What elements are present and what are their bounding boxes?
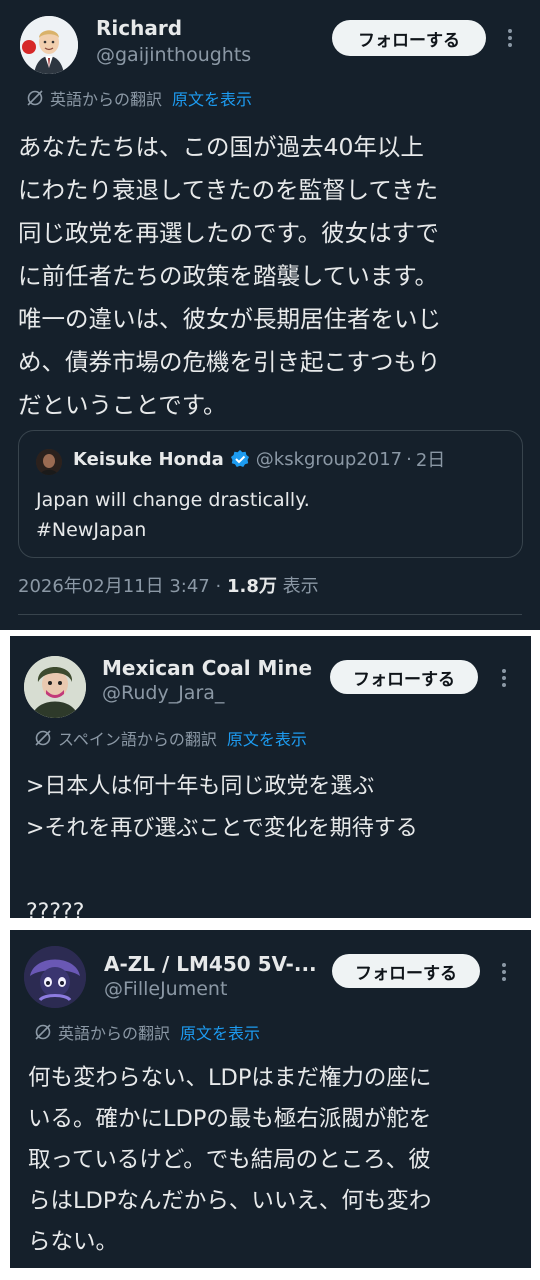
body-line: ????? xyxy=(26,900,85,918)
body-line: 何も変わらない、LDPはまだ権力の座に xyxy=(28,1065,432,1091)
post-meta: 2026年02月11日 3:47 · 1.8万 表示 xyxy=(18,572,319,598)
quote-separator: · xyxy=(406,448,412,470)
show-original-link[interactable]: 原文を表示 xyxy=(227,726,307,750)
view-label: 表示 xyxy=(282,576,319,597)
post-timestamp[interactable]: 2026年02月11日 3:47 xyxy=(18,576,210,597)
body-line: 唯一の違いは、彼女が長期居住者をいじ xyxy=(18,305,441,333)
quote-avatar-illustration xyxy=(36,449,62,475)
quote-avatar xyxy=(36,449,62,475)
body-line xyxy=(26,850,418,892)
author-name[interactable]: Mexican Coal Mine xyxy=(102,656,312,680)
translation-bar: スペイン語からの翻訳 原文を表示 xyxy=(34,726,307,750)
no-translate-icon xyxy=(27,90,43,106)
post-body: あなたたちは、この国が過去40年以上 にわたり衰退してきたのを監督してきた 同じ… xyxy=(18,126,441,427)
body-line: 取っているけど。でも結局のところ、彼 xyxy=(28,1147,431,1173)
quote-time: 2日 xyxy=(415,450,446,471)
body-line: >それを再び選ぶことで変化を期待する xyxy=(26,816,418,841)
body-line: にわたり衰退してきたのを監督してきた xyxy=(18,176,439,204)
author-handle[interactable]: @FilleJument xyxy=(104,978,227,1000)
quote-line: Japan will change drastically. xyxy=(36,489,310,511)
avatar-illustration xyxy=(20,16,78,74)
avatar-illustration xyxy=(24,656,86,718)
translation-label: スペイン語からの翻訳 xyxy=(58,730,217,749)
follow-button[interactable]: フォローする xyxy=(330,660,478,694)
author-handle[interactable]: @Rudy_Jara_ xyxy=(102,682,224,704)
divider xyxy=(18,614,522,615)
author-handle[interactable]: @gaijinthoughts xyxy=(96,44,251,66)
more-options-icon[interactable] xyxy=(500,26,520,50)
follow-button[interactable]: フォローする xyxy=(332,954,480,988)
verified-badge-icon xyxy=(230,450,249,467)
post-card-mexican-coal-mine: Mexican Coal Mine @Rudy_Jara_ フォローする スペイ… xyxy=(10,636,531,918)
no-translate-icon xyxy=(35,1024,51,1040)
show-original-link[interactable]: 原文を表示 xyxy=(180,1020,260,1044)
body-line: らない。 xyxy=(28,1229,119,1255)
quote-line: #NewJapan xyxy=(36,519,147,541)
quoted-post[interactable]: Keisuke Honda @kskgroup2017 · 2日 Japan w… xyxy=(18,430,523,558)
post-card-richard: Richard @gaijinthoughts フォローする 英語からの翻訳 原… xyxy=(0,0,540,630)
meta-separator: · xyxy=(215,576,222,597)
follow-button[interactable]: フォローする xyxy=(332,20,486,56)
view-count: 1.8万 xyxy=(226,576,277,597)
author-name[interactable]: A-ZL / LM450 5V-... xyxy=(104,952,317,976)
translation-bar: 英語からの翻訳 原文を表示 xyxy=(26,86,252,110)
show-original-link[interactable]: 原文を表示 xyxy=(172,86,252,110)
quote-author-name: Keisuke Honda xyxy=(73,448,224,470)
no-translate-icon xyxy=(35,730,51,746)
avatar[interactable] xyxy=(20,16,78,74)
avatar[interactable] xyxy=(24,656,86,718)
quote-author-handle: @kskgroup2017 xyxy=(255,448,403,470)
body-line: あなたたちは、この国が過去40年以上 xyxy=(18,133,424,161)
post-body: 何も変わらない、LDPはまだ権力の座に いる。確かにLDPの最も極右派閥が舵を … xyxy=(28,1058,431,1263)
body-line: に前任者たちの政策を踏襲しています。 xyxy=(18,262,438,290)
body-line: 同じ政党を再選したのです。彼女はすで xyxy=(18,219,439,247)
body-line: らはLDPなんだから、いいえ、何も変わ xyxy=(28,1188,432,1214)
post-card-a-zl: A-ZL / LM450 5V-... @FilleJument フォローする … xyxy=(10,930,531,1268)
translation-label: 英語からの翻訳 xyxy=(50,90,163,109)
body-line: >日本人は何十年も同じ政党を選ぶ xyxy=(26,774,375,799)
more-options-icon[interactable] xyxy=(494,666,514,690)
body-line: め、債券市場の危機を引き起こすつもり xyxy=(18,348,441,376)
post-body: >日本人は何十年も同じ政党を選ぶ >それを再び選ぶことで変化を期待する ????… xyxy=(26,766,418,918)
more-options-icon[interactable] xyxy=(494,960,514,984)
avatar-illustration xyxy=(24,946,86,1008)
body-line: だということです。 xyxy=(18,391,227,419)
author-name[interactable]: Richard xyxy=(96,16,182,40)
translation-bar: 英語からの翻訳 原文を表示 xyxy=(34,1020,260,1044)
translation-label: 英語からの翻訳 xyxy=(58,1024,171,1043)
avatar[interactable] xyxy=(24,946,86,1008)
body-line: いる。確かにLDPの最も極右派閥が舵を xyxy=(28,1106,432,1132)
quote-body: Japan will change drastically. #NewJapan xyxy=(36,485,310,545)
